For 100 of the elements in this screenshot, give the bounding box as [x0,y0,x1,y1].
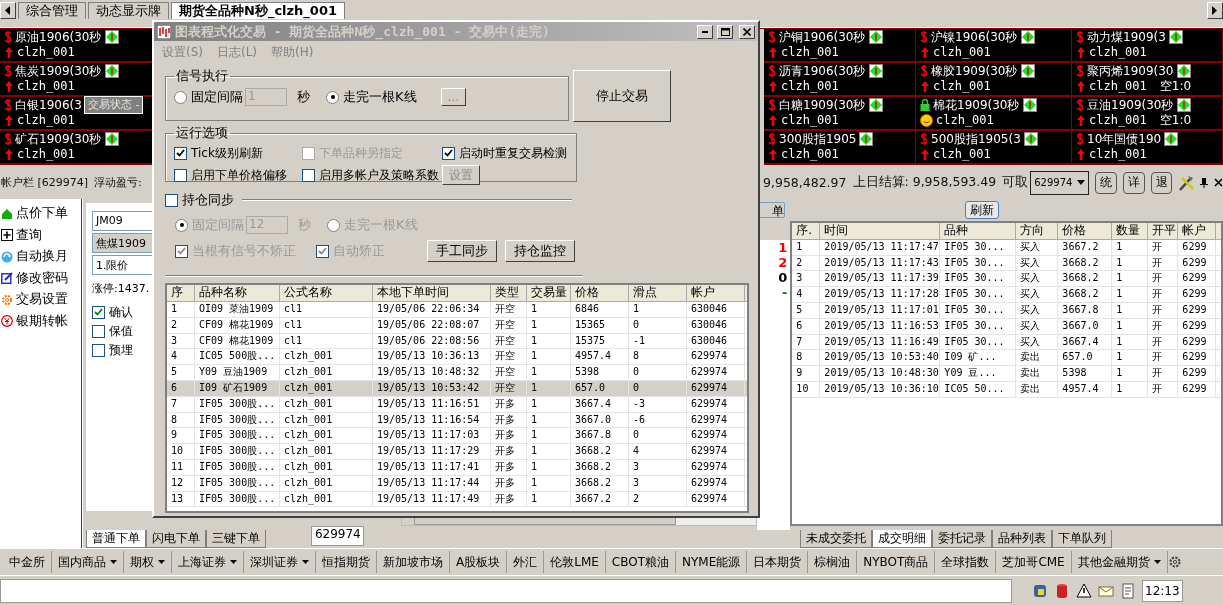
tab[interactable]: 闪电下单 [145,530,206,549]
close-icon[interactable] [1214,178,1223,188]
column-header[interactable]: 帐户 [687,285,745,301]
dollar-icon [1076,64,1084,79]
table-row[interactable]: 5 Y09 豆油1909 clzh_001 19/05/13 10:48:32 开空 1 5398 0 629974 [167,365,747,381]
sync-button[interactable]: 手工同步 [427,240,497,262]
tab[interactable]: 下单队列 [1052,530,1113,549]
tab[interactable]: 品种列表 [992,530,1053,549]
table-cell: 开多 [491,491,527,507]
quote-tile[interactable]: 聚丙烯1909(30 clzh_001 空1:0 [1072,62,1223,97]
column-header[interactable]: 公式名称 [280,285,373,301]
maximize-button[interactable] [717,24,733,39]
tab[interactable]: 动态显示牌 [88,2,169,19]
close-icon [743,27,751,36]
account-field[interactable]: 629974 [310,526,364,547]
sidebar-item[interactable]: 自动换月 [0,245,81,268]
column-header[interactable]: 时间 [820,222,941,239]
column-header[interactable]: 品种名称 [195,285,280,301]
checkbox[interactable]: 启动时重复交易检测 [442,144,568,162]
minimize-button[interactable] [697,24,713,39]
quote-tile[interactable]: 沪镍1906(30秒 clzh_001 [916,28,1072,63]
toolbar-button[interactable]: 退 [1150,171,1173,194]
sidebar-item[interactable]: 点价下单 [0,202,81,225]
square-icon[interactable] [1032,582,1048,599]
column-header[interactable]: 价格 [571,285,629,301]
tab[interactable]: 综合管理 [18,2,86,19]
tab[interactable]: 未成交委托 [800,530,873,549]
stop-trading-button[interactable]: 停止交易 [573,70,671,122]
column-header[interactable]: 本地下单时间 [373,285,491,301]
sidebar-item[interactable]: 银期转帐 [0,310,81,332]
checkbox[interactable]: 持仓同步 [165,191,234,209]
toolbar-button[interactable]: 详 [1123,171,1145,194]
table-cell: 2019/05/13 11:17:39 [820,271,941,287]
table-row[interactable]: 8 IF05 300股... clzh_001 19/05/13 11:16:54 开多 1 3667.0 -6 629974 [167,412,747,429]
quote-tile[interactable]: 500股指1905(3 clzh_001 [916,130,1072,165]
quote-tile[interactable]: 10年国债190 clzh_001 [1072,130,1223,165]
table-row[interactable]: 10 IF05 300股... clzh_001 19/05/13 11:17:29 开多 1 3668.2 4 629974 [167,444,747,460]
checkbox[interactable]: 启用下单价格偏移 [174,166,302,184]
account-dropdown[interactable]: 629974 [1030,170,1090,195]
column-header[interactable]: 方向 [1016,222,1059,239]
table-row[interactable]: 7 IF05 300股... clzh_001 19/05/13 11:16:51 开多 1 3667.4 -3 629974 [167,396,747,413]
toolbar-button[interactable]: 统 [1095,171,1118,194]
tab[interactable]: 期货全品种N秒_clzh_001 [171,2,345,19]
radio-button[interactable]: 固定间隔 [174,88,243,106]
table-row[interactable]: 9 IF05 300股... clzh_001 19/05/13 11:17:03 开多 1 3667.8 0 629974 [167,428,747,445]
tab[interactable]: 委托记录 [932,530,993,549]
quote-tile[interactable]: 豆油1909(30秒 clzh_001 空1:0 [1072,96,1223,131]
quote-tile[interactable]: 沪铜1906(30秒 clzh_001 [764,28,916,63]
table-row[interactable]: 11 IF05 300股... clzh_001 19/05/13 11:17:41 开多 1 3668.2 3 629974 [167,459,747,476]
pin-icon[interactable] [1200,177,1209,188]
sync-button[interactable]: 持仓监控 [505,240,575,262]
scroll-right-button[interactable] [1207,2,1223,19]
table-row[interactable]: 1 OI09 菜油1909 cl1 19/05/06 22:06:34 开空 1 6846 1 630046 [167,302,747,318]
column-header[interactable]: 数量 [1112,222,1149,239]
column-header[interactable]: 品种 [940,222,1017,239]
table-cell: IC05 50... [940,382,1017,397]
instrument-name: 沪铜1906(30秒 [779,28,866,46]
close-button[interactable] [739,24,755,39]
table-cell: IF05 300股... [195,459,280,475]
table-row[interactable]: 2 CF09 棉花1909 cl1 19/05/06 22:08:07 开空 1 15365 0 630046 [167,317,747,334]
refresh-button[interactable]: 刷新 [965,200,1000,219]
table-cell: 买入 [1016,318,1059,334]
warning-icon[interactable] [1076,582,1092,599]
instrument-name: 原油1906(30秒 [15,28,102,46]
table-row[interactable]: 12 IF05 300股... clzh_001 19/05/13 11:17:44 开多 1 3668.2 3 629974 [167,475,747,492]
column-header[interactable]: 序 [167,285,195,301]
quote-tile[interactable]: 300股指1905 clzh_001 [764,130,916,165]
radio-button[interactable]: 走完一根K线 [326,88,417,106]
tab[interactable]: 普通下单 [85,530,146,549]
tab[interactable]: 成交明细 [872,530,933,549]
column-header[interactable]: 开平 [1148,222,1179,239]
quote-tile[interactable]: 橡胶1909(30秒 clzh_001 [916,62,1072,97]
column-header[interactable]: 价格 [1058,222,1113,239]
quote-tile[interactable]: 动力煤1909(3 clzh_001 [1072,28,1223,63]
cylinder-icon[interactable] [1054,582,1070,599]
tools-icon[interactable] [1178,174,1195,191]
table-row[interactable]: 4 IC05 500股... clzh_001 19/05/13 10:36:13 开空 1 4957.4 8 629974 [167,349,747,366]
column-header[interactable]: 序. [792,222,821,239]
table-row[interactable]: 13 IF05 300股... clzh_001 19/05/13 11:17:49 开多 1 3667.2 2 629974 [167,491,747,508]
settings-icon[interactable] [1167,555,1182,570]
sidebar-item[interactable]: 修改密码 [0,267,81,289]
column-header[interactable]: 交易量 [527,285,571,301]
sidebar-item[interactable]: 交易设置 [0,288,81,311]
sidebar-item[interactable]: 查询 [0,224,81,246]
table-cell: 5398 [1058,366,1113,382]
table-row[interactable]: 3 CF09 棉花1909 cl1 19/05/06 22:08:56 开空 1 15375 -1 630046 [167,333,747,350]
tab[interactable]: 三键下单 [205,530,266,549]
quote-tile[interactable]: 沥青1906(30秒 clzh_001 [764,62,916,97]
column-header[interactable]: 帐户 [1178,222,1217,239]
scroll-left-button[interactable] [0,2,16,19]
command-field[interactable] [0,578,1012,603]
document-icon[interactable] [1120,582,1136,599]
account-name: clzh_001 [781,113,839,128]
quote-tile[interactable]: 棉花1909(30秒 clzh_001 [916,96,1072,131]
quote-tile[interactable]: 白糖1909(30秒 clzh_001 [764,96,916,131]
column-header[interactable]: 类型 [491,285,527,301]
table-cell: 2019/05/13 11:17:01 [820,303,941,318]
column-header[interactable]: 滑点 [629,285,687,301]
checkbox[interactable]: Tick级别刷新 [174,144,302,162]
checkbox[interactable]: 启用多帐户及策略系数 [302,166,442,184]
